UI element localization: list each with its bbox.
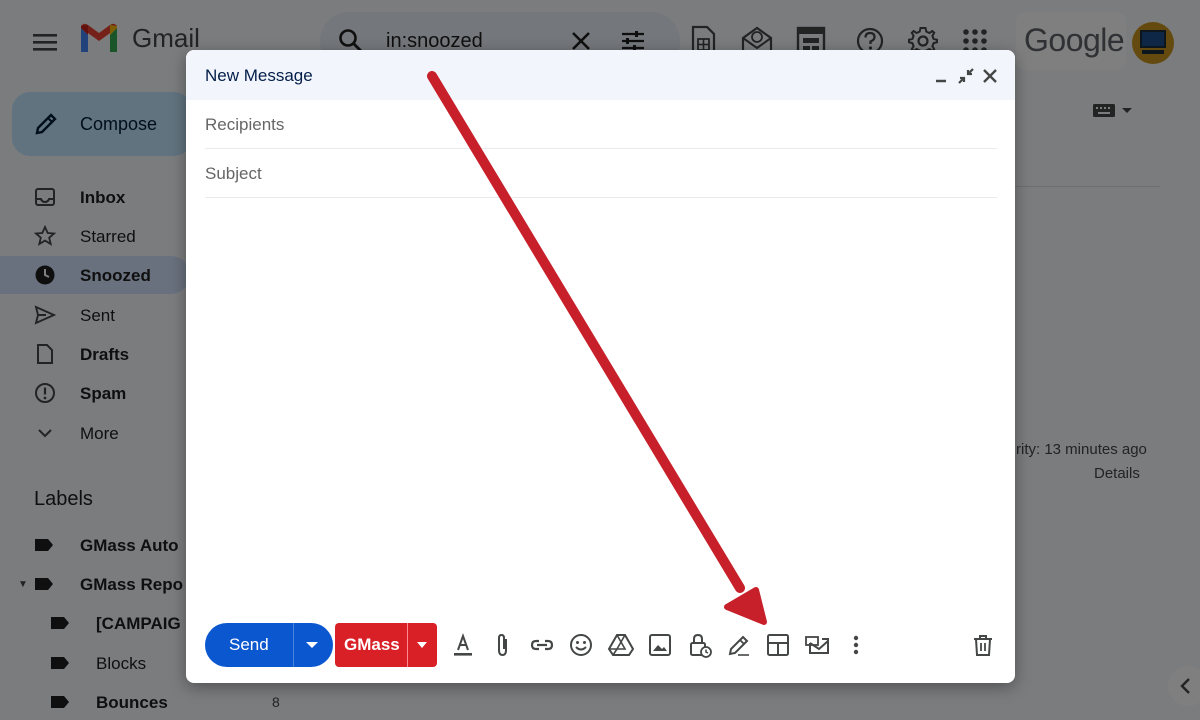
subject-field[interactable]: Subject (205, 149, 997, 198)
compose-button[interactable]: Compose (12, 92, 192, 156)
side-panel-toggle[interactable] (1168, 666, 1200, 706)
close-icon[interactable] (980, 66, 1000, 86)
sidebar-item-spam[interactable]: Spam (0, 374, 190, 412)
compose-dialog: New Message Recipients Subject Send GMas… (186, 50, 1015, 683)
inbox-icon (35, 188, 55, 206)
recipients-placeholder: Recipients (205, 115, 285, 134)
confidential-mode-icon[interactable] (685, 630, 715, 660)
gmail-wordmark: Gmail (132, 22, 200, 53)
gmass-divider (407, 623, 408, 667)
send-label: Send (229, 635, 269, 654)
label-name: [CAMPAIG (96, 614, 181, 633)
google-drive-icon[interactable] (606, 630, 636, 660)
send-options-dropdown-icon[interactable] (305, 641, 319, 649)
main-menu-icon[interactable] (30, 27, 60, 57)
chevron-down-icon (38, 429, 52, 438)
label-tag-icon (35, 539, 53, 551)
compose-label: Compose (80, 114, 158, 134)
chevron-left-icon (1180, 678, 1190, 694)
label-name: GMass Repo (80, 575, 183, 594)
insert-emoji-icon[interactable] (566, 630, 596, 660)
clock-icon (35, 265, 55, 285)
sidebar-item-label: Snoozed (80, 266, 151, 285)
input-tools-keyboard-icon[interactable] (1092, 100, 1134, 122)
expand-caret-icon[interactable]: ▼ (18, 579, 28, 590)
insert-photo-icon[interactable] (645, 630, 675, 660)
sidebar-item-more[interactable]: More (0, 414, 190, 452)
sidebar-item-inbox[interactable]: Inbox (0, 178, 190, 216)
gmail-m-icon (81, 23, 117, 52)
attach-file-icon[interactable] (488, 630, 518, 660)
label-tag-icon (51, 617, 69, 629)
sidebar-item-label: Starred (80, 227, 136, 246)
sidebar-item-label: Inbox (80, 188, 126, 207)
sidebar-item-label: Sent (80, 306, 115, 325)
minimize-icon[interactable] (931, 66, 951, 86)
label-name: Blocks (96, 654, 147, 673)
compose-title: New Message (205, 66, 313, 85)
label-unread-count: 8 (272, 694, 280, 710)
more-options-icon[interactable] (841, 630, 871, 660)
star-icon (34, 225, 56, 246)
sidebar-item-label: Spam (80, 384, 127, 403)
label-name: GMass Auto (80, 536, 179, 555)
content-divider (1015, 186, 1160, 187)
send-button[interactable]: Send (205, 623, 333, 667)
message-body[interactable] (205, 200, 997, 610)
subject-placeholder: Subject (205, 164, 262, 183)
label-tag-icon (35, 578, 53, 590)
pencil-icon (35, 113, 57, 135)
discard-draft-trash-icon[interactable] (968, 630, 998, 660)
labels-heading: Labels (34, 488, 93, 510)
gmass-label: GMass (344, 635, 400, 654)
sidebar-item-starred[interactable]: Starred (0, 217, 190, 255)
draft-file-icon (37, 344, 53, 364)
formatting-options-icon[interactable] (448, 630, 478, 660)
activity-details-link[interactable]: Details (1094, 465, 1140, 482)
spam-warning-icon (35, 383, 55, 403)
gmail-logo[interactable]: Gmail (78, 22, 200, 54)
gmass-button[interactable]: GMass (335, 623, 437, 667)
recipients-field[interactable]: Recipients (205, 100, 997, 149)
insert-link-icon[interactable] (527, 630, 557, 660)
account-avatar[interactable] (1132, 22, 1174, 64)
label-tag-icon (51, 657, 69, 669)
label-name: Bounces (96, 693, 168, 712)
send-divider (293, 623, 294, 667)
sidebar-item-label: Drafts (80, 345, 130, 364)
gmass-settings-dropdown-icon[interactable] (416, 641, 428, 649)
sidebar-item-drafts[interactable]: Drafts (0, 335, 190, 373)
avatar-monitor-stand (1142, 50, 1164, 54)
avatar-monitor-icon (1140, 30, 1166, 48)
insert-signature-icon[interactable] (724, 630, 754, 660)
label-tag-icon (51, 696, 69, 708)
send-icon (34, 305, 56, 325)
layouts-icon[interactable] (763, 630, 793, 660)
sidebar-item-snoozed[interactable]: Snoozed (0, 256, 190, 294)
compose-header[interactable]: New Message (186, 50, 1015, 100)
sidebar-item-label: More (80, 424, 119, 443)
last-account-activity: rity: 13 minutes ago (1016, 441, 1147, 458)
sidebar-item-sent[interactable]: Sent (0, 296, 190, 334)
label-bounces[interactable]: Bounces (0, 685, 300, 719)
exit-fullscreen-icon[interactable] (956, 66, 976, 86)
google-account-wordmark[interactable]: Google (1016, 12, 1126, 70)
templates-icon[interactable] (802, 630, 832, 660)
